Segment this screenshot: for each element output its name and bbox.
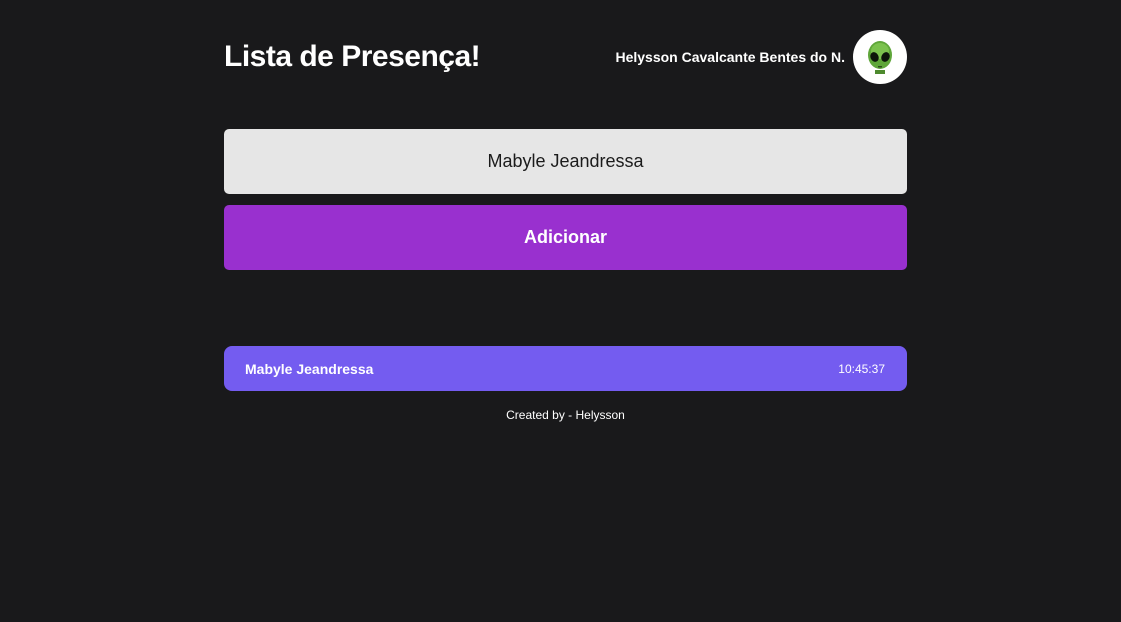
attendee-card: Mabyle Jeandressa 10:45:37 [224,346,907,391]
alien-icon [868,41,892,74]
user-name: Helysson Cavalcante Bentes do N. [615,49,845,65]
page-header: Lista de Presença! Helysson Cavalcante B… [224,30,907,84]
attendee-time: 10:45:37 [838,361,885,376]
footer-credit: Created by - Helysson [506,408,625,422]
name-input[interactable] [224,129,907,194]
avatar [853,30,907,84]
user-profile: Helysson Cavalcante Bentes do N. [615,30,907,84]
page-title: Lista de Presença! [224,40,481,73]
attendee-name: Mabyle Jeandressa [245,360,374,377]
add-button[interactable]: Adicionar [224,205,907,270]
